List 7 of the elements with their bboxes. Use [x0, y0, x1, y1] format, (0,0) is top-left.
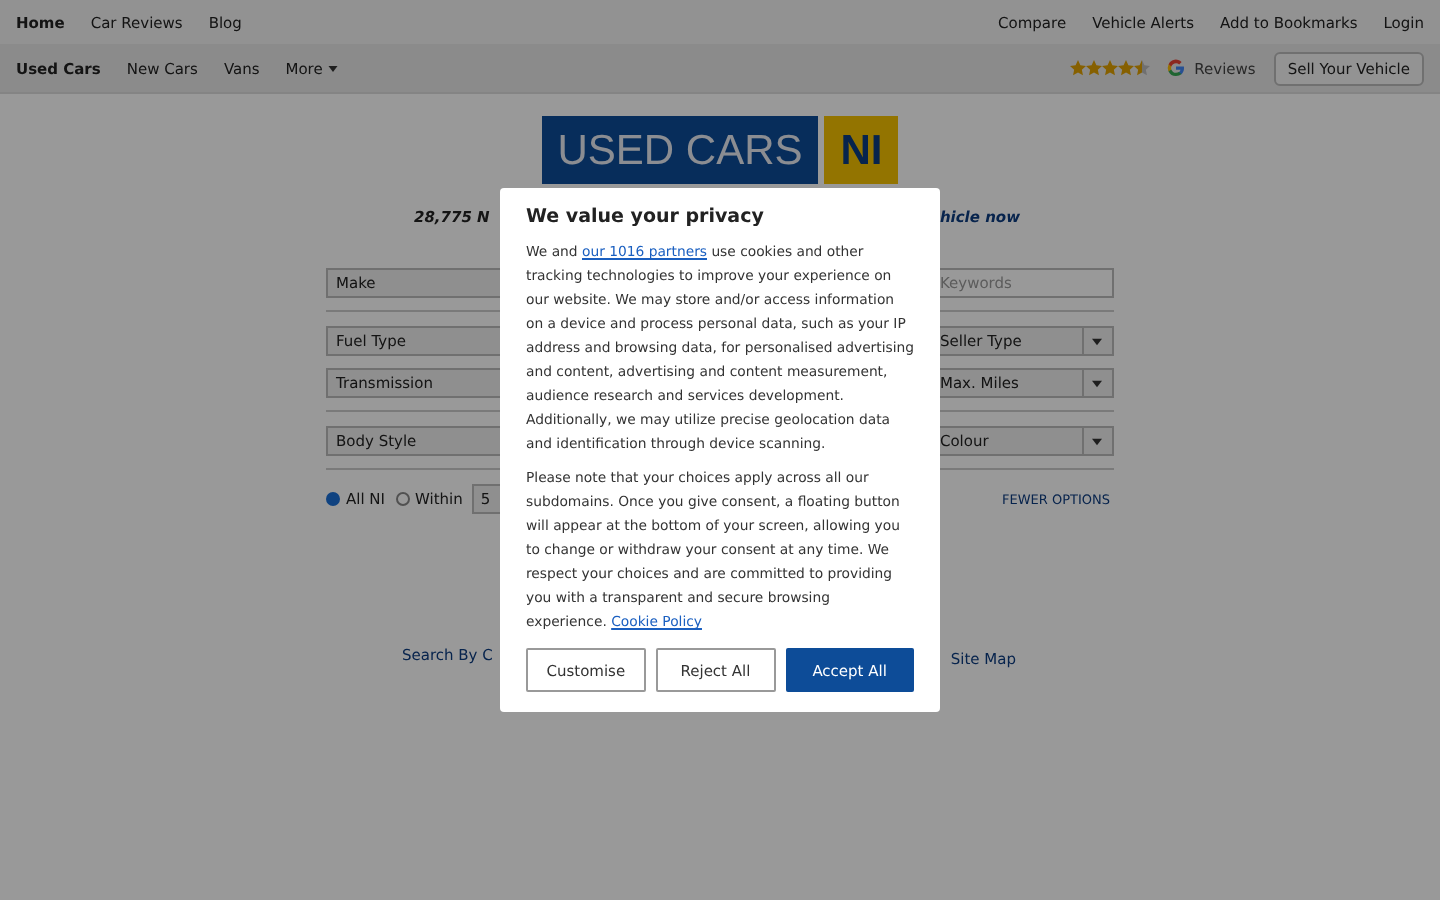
caret-icon [1092, 337, 1103, 345]
caret-icon [1092, 437, 1103, 445]
dialog-title: We value your privacy [526, 206, 766, 228]
google-g-icon [1166, 58, 1187, 78]
caret-icon [1092, 379, 1103, 387]
logo-region: NI [824, 116, 899, 184]
logo-text: USED CARS [541, 116, 819, 184]
